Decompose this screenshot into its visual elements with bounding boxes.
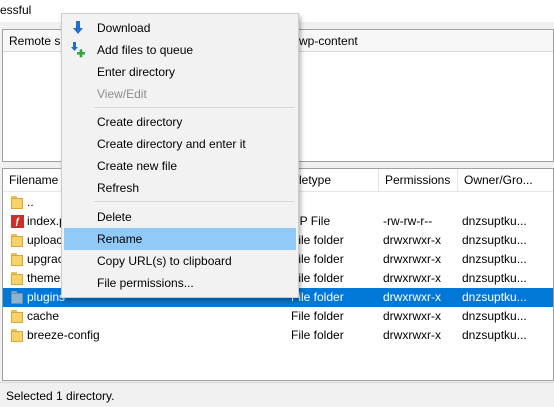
folder-icon: [11, 231, 25, 250]
file-owner: dnzsuptku...: [462, 233, 527, 247]
menu-separator: [94, 107, 294, 108]
file-type: [291, 193, 379, 212]
menu-item-create-new-file[interactable]: Create new file: [64, 155, 296, 177]
file-owner: dnzsuptku...: [462, 214, 527, 228]
folder-body: [11, 198, 23, 209]
file-type: File folder: [291, 328, 344, 342]
menu-item-label: Create directory: [97, 115, 183, 129]
file-permissions: drwxrwxr-x: [383, 290, 441, 304]
menu-item-create-directory[interactable]: Create directory: [64, 111, 296, 133]
menu-item-download[interactable]: Download: [64, 17, 296, 39]
remote-path-field[interactable]: wp-content: [299, 34, 358, 48]
folder-body: [11, 236, 23, 247]
file-name: breeze-config: [27, 328, 100, 342]
folder-icon: [11, 310, 23, 323]
file-type: File folder: [291, 309, 344, 323]
remote-site-label: Remote si: [9, 34, 64, 48]
file-type: File folder: [291, 252, 344, 266]
menu-item-label: Refresh: [97, 181, 140, 195]
menu-separator: [94, 201, 294, 202]
context-menu: Download Add files to queue Enter director…: [61, 13, 299, 298]
menu-item-label: View/Edit: [97, 87, 147, 101]
file-permissions: drwxrwxr-x: [383, 309, 441, 323]
file-owner: dnzsuptku...: [462, 271, 527, 285]
file-name: cache: [27, 309, 60, 323]
folder-icon: [11, 291, 23, 304]
folder-body: [11, 274, 23, 285]
file-owner: dnzsuptku...: [462, 328, 527, 342]
folder-icon: [11, 329, 23, 342]
menu-item-delete[interactable]: Delete: [64, 206, 296, 228]
table-row[interactable]: breeze-config File folder drwxrwxr-x dnzsup…: [3, 326, 553, 345]
file-permissions: -rw-rw-r--: [383, 214, 433, 228]
menu-item-label: Create new file: [97, 159, 178, 173]
folder-body: [11, 312, 23, 323]
file-owner: dnzsuptku...: [462, 309, 527, 323]
menu-item-enter-directory[interactable]: Enter directory: [64, 61, 296, 83]
folder-body: [11, 255, 23, 266]
status-text: Selected 1 directory.: [6, 389, 115, 403]
menu-item-view-edit: View/Edit: [64, 83, 296, 105]
add-to-queue-icon: [71, 42, 85, 58]
column-header-permissions[interactable]: Permissions: [379, 169, 458, 192]
php-file-icon: ƒ: [11, 215, 24, 228]
download-arrow-icon: [73, 21, 83, 34]
php-file-icon: ƒ: [11, 212, 25, 231]
menu-item-label: Copy URL(s) to clipboard: [97, 254, 232, 268]
folder-icon: [11, 326, 25, 345]
folder-icon: [11, 253, 23, 266]
file-type: File folder: [291, 271, 344, 285]
file-permissions: drwxrwxr-x: [383, 271, 441, 285]
folder-icon: [11, 193, 25, 212]
menu-item-refresh[interactable]: Refresh: [64, 177, 296, 199]
column-header-filetype[interactable]: letype: [293, 169, 379, 192]
file-owner: [462, 193, 552, 212]
file-owner: dnzsuptku...: [462, 252, 527, 266]
file-type: File folder: [291, 290, 344, 304]
menu-item-create-directory-and-enter-it[interactable]: Create directory and enter it: [64, 133, 296, 155]
folder-icon: [11, 196, 23, 209]
menu-item-add-files-to-queue[interactable]: Add files to queue: [64, 39, 296, 61]
menu-item-label: Add files to queue: [97, 43, 194, 57]
menu-item-label: File permissions...: [97, 276, 194, 290]
menu-item-file-permissions[interactable]: File permissions...: [64, 272, 296, 294]
folder-body: [11, 293, 23, 304]
log-text: essful: [0, 3, 32, 17]
file-permissions: [383, 193, 458, 212]
folder-icon: [11, 269, 25, 288]
file-permissions: drwxrwxr-x: [383, 328, 441, 342]
menu-item-label: Delete: [97, 210, 132, 224]
file-permissions: drwxrwxr-x: [383, 233, 441, 247]
folder-icon: [11, 250, 25, 269]
file-owner: dnzsuptku...: [462, 290, 527, 304]
status-bar: Selected 1 directory.: [0, 382, 554, 407]
folder-body: [11, 331, 23, 342]
table-row[interactable]: cache File folder drwxrwxr-x dnzsuptku...: [3, 307, 553, 326]
file-type: File folder: [291, 233, 344, 247]
folder-icon: [11, 272, 23, 285]
column-header-owner[interactable]: Owner/Gro...: [458, 169, 554, 192]
folder-icon: [11, 234, 23, 247]
menu-item-rename[interactable]: Rename: [64, 228, 296, 250]
menu-item-label: Enter directory: [97, 65, 176, 79]
menu-item-label: Rename: [97, 232, 143, 246]
folder-icon: [11, 288, 25, 307]
file-permissions: drwxrwxr-x: [383, 252, 441, 266]
file-type: HP File: [291, 214, 331, 228]
menu-item-label: Create directory and enter it: [97, 137, 246, 151]
folder-icon: [11, 307, 25, 326]
menu-item-copy-url-s-to-clipboard[interactable]: Copy URL(s) to clipboard: [64, 250, 296, 272]
menu-item-label: Download: [97, 21, 151, 35]
